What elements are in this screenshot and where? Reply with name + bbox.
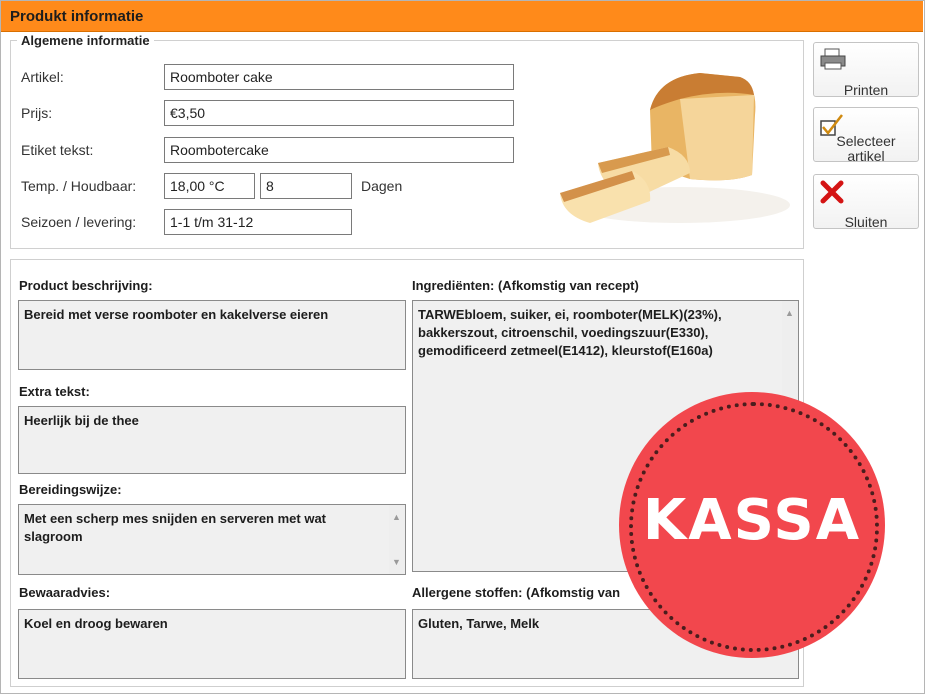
kassa-badge: KASSA bbox=[619, 392, 885, 658]
seizoen-label: Seizoen / levering: bbox=[21, 214, 137, 230]
select-label-line1: Selecteer bbox=[836, 133, 896, 149]
prijs-label: Prijs: bbox=[21, 105, 53, 121]
close-button[interactable]: Sluiten bbox=[813, 174, 919, 230]
bewaaradvies-textarea[interactable]: Koel en droog bewaren bbox=[18, 609, 406, 679]
beschrijving-label: Product beschrijving: bbox=[19, 278, 153, 293]
close-label: Sluiten bbox=[844, 214, 888, 230]
prijs-field[interactable]: €3,50 bbox=[164, 100, 514, 126]
general-info-legend: Algemene informatie bbox=[21, 33, 150, 48]
allergenen-label: Allergene stoffen: (Afkomstig van bbox=[412, 585, 621, 600]
ingredienten-text: TARWEbloem, suiker, ei, roomboter(MELK)(… bbox=[418, 307, 722, 358]
red-x-icon bbox=[820, 180, 844, 204]
artikel-field[interactable]: Roomboter cake bbox=[164, 64, 514, 90]
etiket-field[interactable]: Roombotercake bbox=[164, 137, 514, 163]
title-bar: Produkt informatie bbox=[1, 1, 923, 32]
artikel-label: Artikel: bbox=[21, 69, 64, 85]
scroll-up-icon[interactable]: ▲ bbox=[785, 304, 794, 322]
print-button[interactable]: Printen bbox=[813, 42, 919, 98]
product-image bbox=[560, 73, 790, 223]
badge-text: KASSA bbox=[642, 488, 862, 553]
ingredienten-label: Ingrediënten: (Afkomstig van recept) bbox=[412, 278, 639, 293]
etiket-label: Etiket tekst: bbox=[21, 142, 94, 158]
temp-houdbaar-label: Temp. / Houdbaar: bbox=[21, 178, 137, 194]
temp-field[interactable]: 18,00 °C bbox=[164, 173, 255, 199]
window-title: Produkt informatie bbox=[10, 8, 144, 25]
bereidingswijze-scrollbar[interactable]: ▲ ▼ bbox=[389, 505, 405, 574]
print-label: Printen bbox=[843, 82, 889, 98]
select-article-button[interactable]: Selecteer artikel bbox=[813, 107, 919, 164]
scroll-down-icon[interactable]: ▼ bbox=[392, 553, 401, 571]
houdbaar-field[interactable]: 8 bbox=[260, 173, 352, 199]
beschrijving-textarea[interactable]: Bereid met verse roomboter en kakelverse… bbox=[18, 300, 406, 370]
bereidingswijze-text: Met een scherp mes snijden en serveren m… bbox=[24, 511, 327, 544]
extra-tekst-label: Extra tekst: bbox=[19, 384, 90, 399]
bewaaradvies-label: Bewaaradvies: bbox=[19, 585, 111, 600]
scroll-up-icon[interactable]: ▲ bbox=[392, 508, 401, 526]
seizoen-field[interactable]: 1-1 t/m 31-12 bbox=[164, 209, 352, 235]
select-label-line2: artikel bbox=[847, 148, 885, 164]
extra-tekst-textarea[interactable]: Heerlijk bij de thee bbox=[18, 406, 406, 474]
bereidingswijze-textarea[interactable]: Met een scherp mes snijden en serveren m… bbox=[18, 504, 406, 575]
dagen-label: Dagen bbox=[361, 178, 403, 194]
bereidingswijze-label: Bereidingswijze: bbox=[19, 482, 122, 497]
printer-icon bbox=[820, 48, 846, 70]
